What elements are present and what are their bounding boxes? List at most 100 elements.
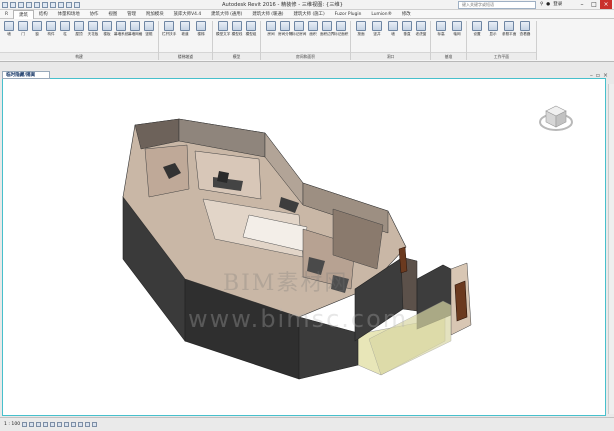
group-build: 构建 <box>0 52 158 60</box>
tool-column[interactable]: 柱 <box>58 21 72 36</box>
tool-by-face[interactable]: 按面 <box>354 21 368 36</box>
tab-view[interactable]: 视图 <box>103 10 122 19</box>
tab-manage[interactable]: 管理 <box>122 10 141 19</box>
tool-area[interactable]: 面积 <box>306 21 320 36</box>
viewport-scrollbar[interactable] <box>608 84 614 414</box>
tab-structure[interactable]: 结构 <box>34 10 53 19</box>
tool-grid[interactable]: 轴网 <box>450 21 464 36</box>
view-restore-icon[interactable]: ▫ <box>596 72 600 79</box>
section-icon[interactable] <box>74 1 80 8</box>
tool-area-boundary[interactable]: 面积边界 <box>320 21 334 36</box>
detail-level-icon[interactable] <box>22 422 28 427</box>
group-room-area: 房间和面积 <box>261 52 350 60</box>
tab-massing[interactable]: 体量和场地 <box>53 10 85 19</box>
component-icon <box>46 21 56 31</box>
tool-component[interactable]: 构件 <box>44 21 58 36</box>
view-close-icon[interactable]: × <box>603 72 608 79</box>
tool-ramp[interactable]: 坡道 <box>178 21 192 36</box>
tool-room[interactable]: 房间 <box>264 21 278 36</box>
tool-floor[interactable]: 楼板 <box>100 21 114 36</box>
temp-hide-icon[interactable] <box>78 422 84 427</box>
reveal-hidden-icon[interactable] <box>85 422 91 427</box>
tool-vertical[interactable]: 垂直 <box>400 21 414 36</box>
curtain-system-icon <box>116 21 126 31</box>
crop-view-icon[interactable] <box>57 422 63 427</box>
tool-tag-area[interactable]: 标记面积 <box>334 21 348 36</box>
tool-mullion[interactable]: 竖梃 <box>142 21 156 36</box>
tab-modify[interactable]: 修改 <box>397 10 416 19</box>
group-circulation: 楼梯坡道 <box>159 52 212 60</box>
tool-wall[interactable]: 墙 <box>2 21 16 36</box>
view-minimize-icon[interactable]: – <box>590 72 593 79</box>
stair-icon <box>196 21 206 31</box>
tool-wall-opening[interactable]: 墙 <box>386 21 400 36</box>
tool-railing[interactable]: 栏杆扶手 <box>162 21 176 36</box>
minimize-icon[interactable]: – <box>576 0 588 9</box>
print-icon[interactable] <box>42 1 48 8</box>
lock-3d-icon[interactable] <box>71 422 77 427</box>
tool-window[interactable]: 窗 <box>30 21 44 36</box>
curtain-grid-icon <box>130 21 140 31</box>
maximize-icon[interactable]: □ <box>588 0 600 9</box>
tool-dormer[interactable]: 老虎窗 <box>414 21 428 36</box>
tool-model-group[interactable]: 模型组 <box>244 21 258 36</box>
tool-curtain-system[interactable]: 幕墙系统 <box>114 21 128 36</box>
text-icon[interactable] <box>58 1 64 8</box>
show-crop-icon[interactable] <box>64 422 70 427</box>
tool-roof[interactable]: 屋顶 <box>72 21 86 36</box>
tab-lumion[interactable]: Lumion® <box>366 10 397 19</box>
tool-tag-room[interactable]: 标记房间 <box>292 21 306 36</box>
redo-icon[interactable] <box>34 1 40 8</box>
tab-arch-master-construction[interactable]: 建筑大师 (施工) <box>289 10 330 19</box>
viewcube-navigator[interactable] <box>538 100 574 136</box>
tool-stair[interactable]: 楼梯 <box>194 21 208 36</box>
tool-set[interactable]: 设置 <box>470 21 484 36</box>
view-control-bar: 1 : 100 <box>0 417 614 431</box>
tab-fuzor[interactable]: Fuzor Plugin <box>330 10 367 19</box>
sun-path-icon[interactable] <box>36 422 42 427</box>
window-icon <box>32 21 42 31</box>
3d-view-icon[interactable] <box>66 1 72 8</box>
user-icon[interactable]: ● <box>546 2 550 7</box>
roof-icon <box>74 21 84 31</box>
tool-shaft[interactable]: 竖井 <box>370 21 384 36</box>
visual-style-icon[interactable] <box>29 422 35 427</box>
wall-opening-icon <box>388 21 398 31</box>
tool-model-line[interactable]: 模型线 <box>230 21 244 36</box>
tool-level[interactable]: 标高 <box>434 21 448 36</box>
3d-viewport[interactable]: BIM素材网 www.bimsc.com <box>2 78 606 416</box>
tool-ref-plane[interactable]: 参照平面 <box>502 21 516 36</box>
tab-arch-master-hvac[interactable]: 建筑大师 (暖通) <box>247 10 288 19</box>
view-tab-temp-hide[interactable]: 临时隐藏/隔离 <box>2 71 50 79</box>
measure-icon[interactable] <box>50 1 56 8</box>
tool-ceiling[interactable]: 天花板 <box>86 21 100 36</box>
tab-family-master[interactable]: 族库大师V4.4 <box>169 10 207 19</box>
quick-access-toolbar <box>0 1 80 8</box>
tab-file[interactable]: R <box>0 10 13 19</box>
tool-show[interactable]: 显示 <box>486 21 500 36</box>
tab-addins[interactable]: 附加模块 <box>141 10 169 19</box>
signin-link[interactable]: 登录 <box>553 1 562 7</box>
view-scale[interactable]: 1 : 100 <box>4 422 20 427</box>
tab-arch-master-general[interactable]: 建筑大师 (通用) <box>206 10 247 19</box>
render-icon[interactable] <box>50 422 56 427</box>
railing-icon <box>164 21 174 31</box>
binoculars-icon[interactable]: ⚲ <box>540 2 543 7</box>
tool-viewer[interactable]: 查看器 <box>518 21 532 36</box>
tab-architecture[interactable]: 建筑 <box>13 9 34 19</box>
app-menu-icon[interactable] <box>2 1 8 8</box>
undo-icon[interactable] <box>26 1 32 8</box>
tool-room-separator[interactable]: 房间分隔 <box>278 21 292 36</box>
save-icon[interactable] <box>18 1 24 8</box>
tab-collaborate[interactable]: 协作 <box>85 10 104 19</box>
shadows-icon[interactable] <box>43 422 49 427</box>
wall-icon <box>4 21 14 31</box>
tool-model-text[interactable]: 模型文字 <box>216 21 230 36</box>
open-icon[interactable] <box>10 1 16 8</box>
watermark-cn: BIM素材网 <box>223 271 349 296</box>
tool-curtain-grid[interactable]: 幕墙网格 <box>128 21 142 36</box>
tool-door[interactable]: 门 <box>16 21 30 36</box>
close-icon[interactable]: × <box>600 0 612 9</box>
analytical-model-icon[interactable] <box>92 422 98 427</box>
search-input[interactable]: 键入关键字或短语 <box>458 1 536 9</box>
